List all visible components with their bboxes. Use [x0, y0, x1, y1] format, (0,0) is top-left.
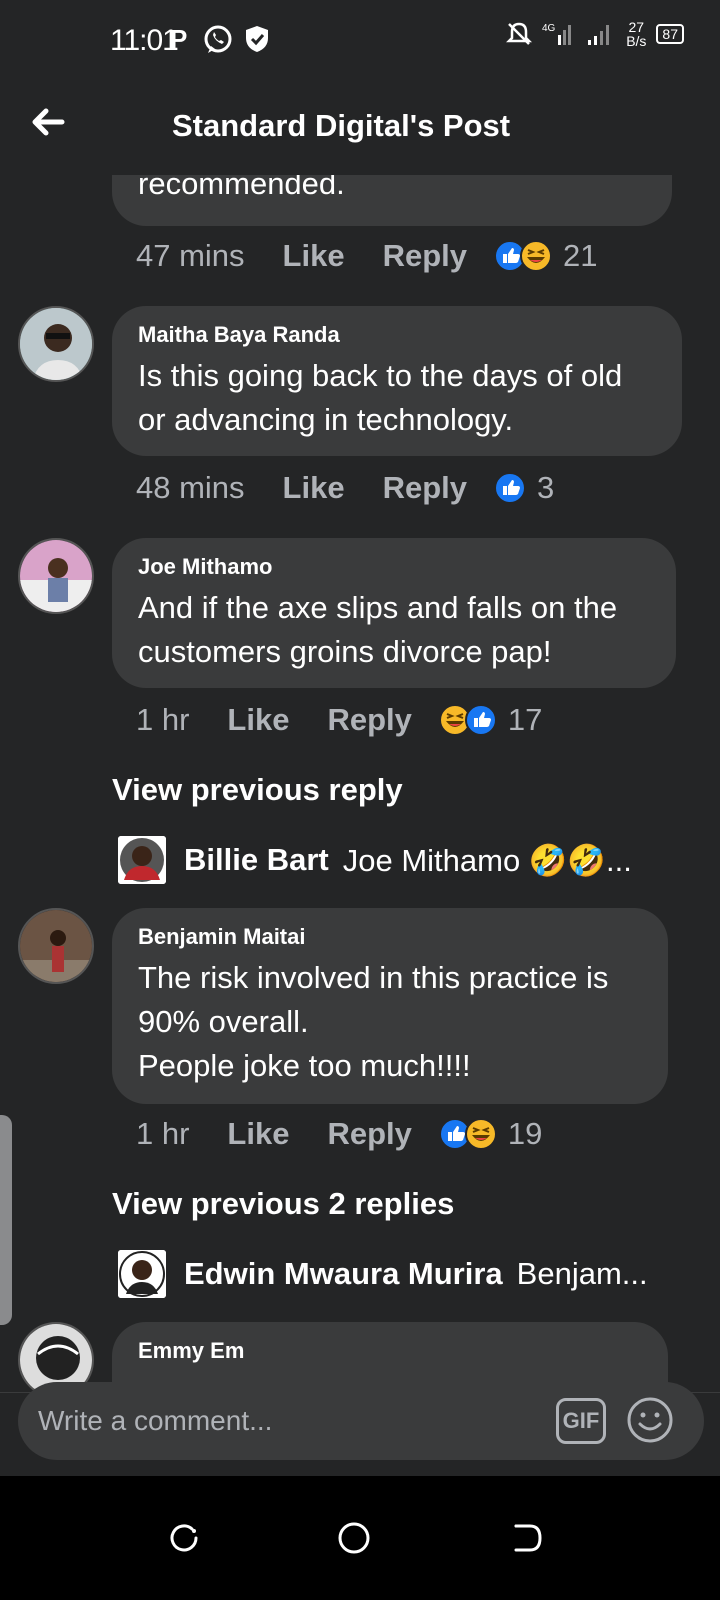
reaction-count: 3: [537, 470, 555, 505]
comment-meta: 48 mins Like Reply 3: [136, 470, 554, 506]
signal-strength-icon: [588, 25, 610, 45]
like-button[interactable]: Like: [283, 238, 345, 274]
comment-composer: GIF: [18, 1382, 704, 1460]
reaction-count: 17: [507, 702, 543, 737]
comment-time: 48 mins: [136, 470, 245, 505]
comment-author[interactable]: Benjamin Maitai: [138, 924, 642, 950]
comment-bubble[interactable]: Joe Mithamo And if the axe slips and fal…: [112, 538, 676, 688]
network-speed-unit: B/s: [626, 33, 647, 49]
status-time: 11:01: [110, 24, 179, 57]
avatar[interactable]: [18, 538, 94, 614]
reply-button[interactable]: Reply: [327, 702, 411, 738]
comment-bubble[interactable]: Maitha Baya Randa Is this going back to …: [112, 306, 682, 456]
comment-text: And if the axe slips and falls on the cu…: [138, 590, 618, 669]
svg-text:4G: 4G: [542, 23, 556, 34]
shield-icon: [246, 26, 268, 52]
reply-avatar: [118, 836, 166, 884]
reply-avatar: [118, 1250, 166, 1298]
page-title: Standard Digital's Post: [172, 108, 511, 143]
status-bar: 11:01 P 4G 27 B/s 87: [0, 0, 720, 80]
parking-app-icon: P: [170, 24, 188, 54]
comment-meta: 47 mins Like Reply 21: [136, 238, 597, 274]
latest-reply-preview[interactable]: Edwin Mwaura Murira Benjam...: [118, 1250, 648, 1298]
comments-list: recommended. 47 mins Like Reply 21 Maith…: [0, 140, 720, 1392]
view-previous-replies[interactable]: View previous reply: [112, 772, 403, 808]
comment-text: The risk involved in this practice is 90…: [138, 960, 609, 1083]
comment-author[interactable]: Joe Mithamo: [138, 554, 650, 580]
reply-button[interactable]: Reply: [383, 238, 467, 274]
system-nav-bar: [0, 1476, 720, 1600]
like-reaction-icon: [494, 472, 526, 504]
view-previous-replies[interactable]: View previous 2 replies: [112, 1186, 454, 1222]
comment-author[interactable]: Emmy Em: [138, 1338, 642, 1364]
haha-reaction-icon: [520, 240, 552, 272]
comment-bubble[interactable]: Benjamin Maitai The risk involved in thi…: [112, 908, 668, 1104]
reactions[interactable]: [493, 239, 553, 273]
notifications-muted-icon: [506, 22, 533, 45]
avatar[interactable]: [18, 908, 94, 984]
like-reaction-icon: [464, 704, 497, 736]
network-speed-value: 27: [628, 19, 645, 35]
reaction-count: 19: [507, 1116, 543, 1151]
nav-back-icon[interactable]: [508, 1520, 544, 1556]
whatsapp-icon: [204, 25, 232, 53]
battery-indicator: 87: [656, 24, 684, 44]
reply-button[interactable]: Reply: [327, 1116, 411, 1152]
like-button[interactable]: Like: [283, 470, 345, 506]
reply-text: Benjam...: [516, 1256, 648, 1291]
signal-4g-icon: 4G: [542, 23, 572, 45]
smiley-icon[interactable]: [626, 1396, 674, 1444]
comment-time: 47 mins: [136, 238, 245, 273]
like-button[interactable]: Like: [227, 702, 289, 738]
edge-panel-handle[interactable]: [0, 1115, 12, 1325]
reply-text: Joe Mithamo 🤣🤣...: [342, 842, 632, 878]
home-icon[interactable]: [336, 1520, 372, 1556]
reply-author: Edwin Mwaura Murira: [184, 1256, 503, 1291]
recents-icon[interactable]: [166, 1520, 202, 1556]
comment-text: Is this going back to the days of old or…: [138, 358, 623, 437]
arrow-left-icon[interactable]: [28, 102, 68, 142]
comment-meta: 1 hr Like Reply 17: [136, 702, 542, 738]
comment-author[interactable]: Maitha Baya Randa: [138, 322, 656, 348]
network-speed: 27 B/s: [626, 20, 646, 48]
gif-button[interactable]: GIF: [556, 1398, 606, 1444]
haha-reaction-icon: [464, 1118, 497, 1150]
reactions[interactable]: [438, 1117, 498, 1151]
comment-time: 1 hr: [136, 1116, 190, 1151]
post-header: Standard Digital's Post: [0, 80, 720, 175]
reactions[interactable]: [438, 703, 498, 737]
reactions[interactable]: [493, 471, 527, 505]
avatar[interactable]: [18, 306, 94, 382]
like-button[interactable]: Like: [227, 1116, 289, 1152]
comment-meta: 1 hr Like Reply 19: [136, 1116, 542, 1152]
reaction-count: 21: [563, 238, 598, 273]
latest-reply-preview[interactable]: Billie Bart Joe Mithamo 🤣🤣...: [118, 836, 632, 884]
comment-time: 1 hr: [136, 702, 190, 737]
comment-input[interactable]: [38, 1400, 538, 1442]
reply-button[interactable]: Reply: [383, 470, 467, 506]
reply-author: Billie Bart: [184, 842, 329, 877]
